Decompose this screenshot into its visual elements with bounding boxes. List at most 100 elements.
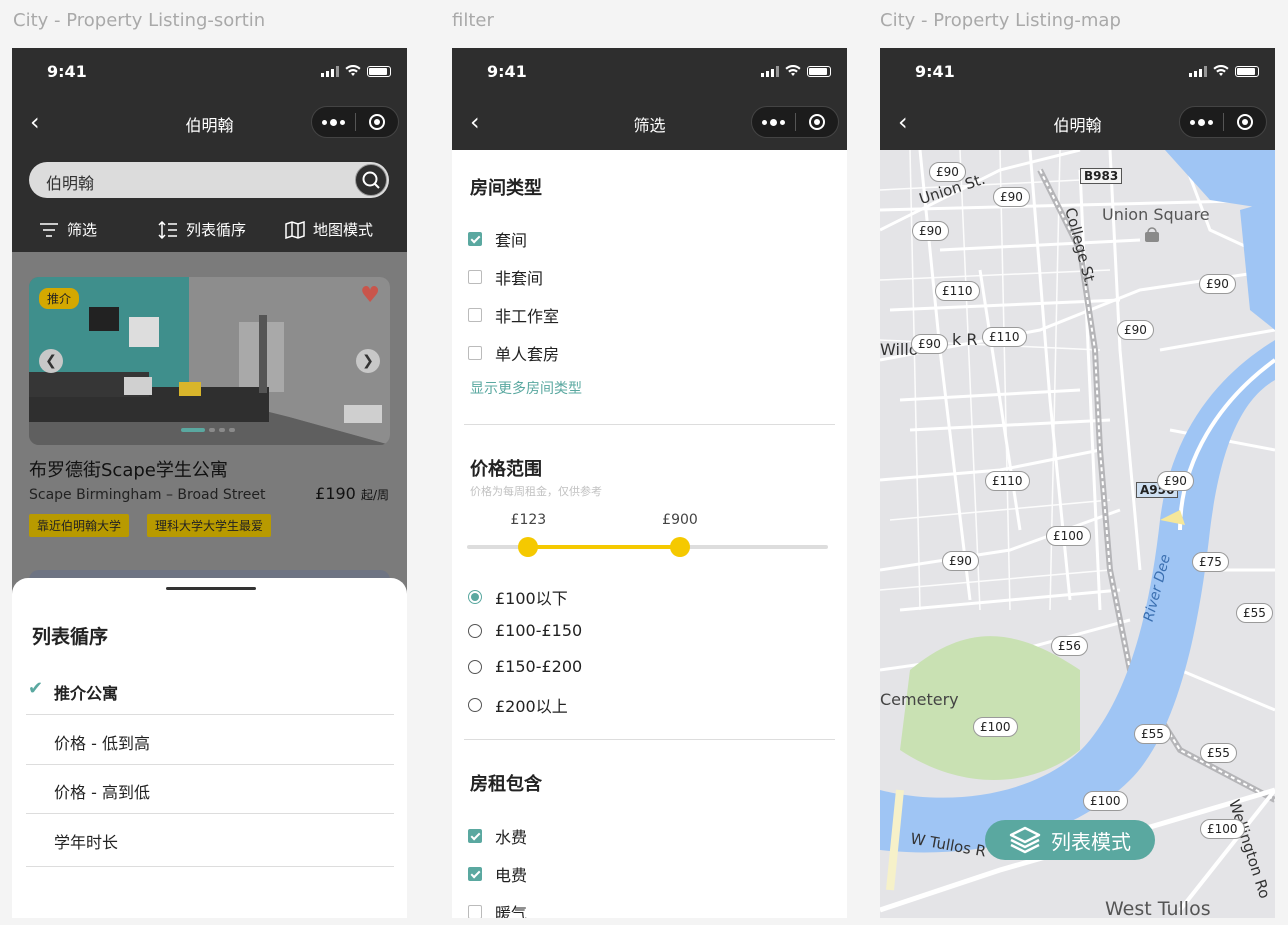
battery-icon (367, 65, 391, 77)
checkbox[interactable] (468, 270, 482, 284)
price-pin[interactable]: £100 (1046, 526, 1091, 546)
status-bar: 9:41 (880, 48, 1275, 96)
sort-option-label: 价格 - 高到低 (54, 783, 150, 802)
layers-icon (1009, 826, 1041, 854)
mini-program-capsule (1179, 106, 1267, 138)
sort-button[interactable]: 列表循序 (158, 219, 246, 240)
price-pin[interactable]: £100 (1200, 819, 1245, 839)
room-type-option[interactable]: 单人套房 (468, 341, 559, 365)
sort-option-label: 价格 - 低到高 (54, 734, 150, 753)
price-pin[interactable]: £55 (1236, 603, 1273, 623)
status-time: 9:41 (487, 62, 527, 81)
filter-button[interactable]: 筛选 (39, 219, 97, 240)
price-pin[interactable]: £75 (1192, 552, 1229, 572)
map-view[interactable]: Union St. College St. Union Square Willo… (880, 150, 1275, 918)
search-bar[interactable]: 伯明翰 (29, 162, 389, 198)
filter-screen: 9:41 ‹ 筛选 房间类型 套间 非套间 非工作室 单人套房 显示更多房间类型… (452, 48, 847, 918)
mini-program-capsule (311, 106, 399, 138)
sort-label: 列表循序 (186, 221, 247, 239)
checkbox-checked[interactable] (468, 232, 482, 246)
price-range-title: 价格范围 (470, 459, 542, 480)
sort-bottom-sheet: 列表循序 ✔ 推介公寓 价格 - 低到高 价格 - 高到低 学年时长 (12, 578, 407, 918)
price-option[interactable]: £200以上 (468, 693, 568, 717)
price-option[interactable]: £100以下 (468, 585, 568, 609)
room-type-option[interactable]: 套间 (468, 227, 527, 251)
checkbox[interactable] (468, 346, 482, 360)
price-pin[interactable]: £90 (993, 187, 1030, 207)
more-icon[interactable] (752, 118, 795, 126)
price-option[interactable]: £100-£150 (468, 621, 582, 640)
price-pin[interactable]: £110 (935, 281, 980, 301)
checkbox-checked[interactable] (468, 829, 482, 843)
more-icon[interactable] (1180, 118, 1223, 126)
price-option[interactable]: £150-£200 (468, 657, 582, 676)
price-pin[interactable]: £56 (1051, 636, 1088, 656)
status-time: 9:41 (47, 62, 87, 81)
close-target-icon[interactable] (1224, 114, 1266, 130)
includes-option[interactable]: 电费 (468, 862, 527, 886)
price-pin[interactable]: £90 (1157, 471, 1194, 491)
sort-option-label: 学年时长 (54, 833, 119, 852)
price-pin[interactable]: £90 (1199, 274, 1236, 294)
room-type-option[interactable]: 非套间 (468, 265, 543, 289)
room-type-option[interactable]: 非工作室 (468, 303, 559, 327)
filter-label: 筛选 (67, 221, 98, 239)
price-pin[interactable]: £90 (1117, 320, 1154, 340)
option-label: £100以下 (495, 589, 568, 608)
list-mode-button[interactable]: 列表模式 (985, 820, 1155, 860)
price-pin[interactable]: £90 (942, 551, 979, 571)
sort-option-recommended[interactable]: ✔ 推介公寓 (26, 665, 394, 715)
price-pin[interactable]: £110 (982, 327, 1027, 347)
property-tag: 靠近伯明翰大学 (29, 514, 130, 537)
price-pin[interactable]: £55 (1200, 743, 1237, 763)
map-icon (285, 220, 305, 239)
property-title[interactable]: 布罗德街Scape学生公寓 (29, 456, 228, 482)
sort-icon (158, 220, 177, 239)
price-pin[interactable]: £110 (985, 471, 1030, 491)
price-pin[interactable]: £90 (912, 221, 949, 241)
divider (464, 739, 835, 740)
search-icon (362, 171, 380, 189)
road-shield: B983 (1080, 168, 1123, 184)
slider-min-handle[interactable] (518, 537, 539, 557)
close-target-icon[interactable] (796, 114, 838, 130)
more-icon[interactable] (312, 118, 355, 126)
sort-option-price-desc[interactable]: 价格 - 高到低 (26, 764, 394, 814)
checkbox-checked[interactable] (468, 867, 482, 881)
price-pin[interactable]: £90 (911, 334, 948, 354)
property-subtitle: Scape Birmingham – Broad Street (29, 487, 266, 503)
close-target-icon[interactable] (356, 114, 398, 130)
sort-option-price-asc[interactable]: 价格 - 低到高 (26, 715, 394, 765)
sheet-handle[interactable] (166, 587, 256, 590)
checkbox[interactable] (468, 905, 482, 918)
check-icon: ✔ (28, 678, 44, 699)
room-photo (29, 277, 390, 445)
includes-option[interactable]: 水费 (468, 824, 527, 848)
radio[interactable] (468, 698, 482, 712)
price-pin[interactable]: £90 (929, 162, 966, 182)
price-pin[interactable]: £55 (1134, 724, 1171, 744)
property-photo[interactable]: 推介 ♥ ❮ ❯ (29, 277, 390, 445)
search-input[interactable]: 伯明翰 (46, 170, 94, 194)
radio[interactable] (468, 659, 482, 674)
carousel-next-icon[interactable]: ❯ (356, 349, 380, 373)
option-label: 非套间 (495, 269, 544, 288)
includes-option[interactable]: 暖气 (468, 900, 527, 918)
price-pin[interactable]: £100 (1083, 791, 1128, 811)
price-range-slider[interactable]: £123 £900 (467, 512, 828, 557)
map-mode-button[interactable]: 地图模式 (285, 219, 373, 240)
carousel-prev-icon[interactable]: ❮ (39, 349, 63, 373)
checkbox[interactable] (468, 308, 482, 322)
favorite-heart-icon[interactable]: ♥ (360, 283, 380, 308)
place-label: Cemetery (880, 690, 959, 709)
sort-option-academic-year[interactable]: 学年时长 (26, 814, 394, 867)
option-label: 套间 (495, 231, 528, 250)
price-pin[interactable]: £100 (973, 717, 1018, 737)
slider-min-label: £123 (510, 512, 547, 528)
radio-selected[interactable] (468, 590, 482, 604)
show-more-room-types-link[interactable]: 显示更多房间类型 (470, 378, 582, 398)
search-button[interactable] (355, 164, 387, 196)
radio[interactable] (468, 623, 482, 638)
slider-max-handle[interactable] (669, 537, 690, 557)
frame-label-sorting: City - Property Listing-sortin (13, 10, 266, 31)
